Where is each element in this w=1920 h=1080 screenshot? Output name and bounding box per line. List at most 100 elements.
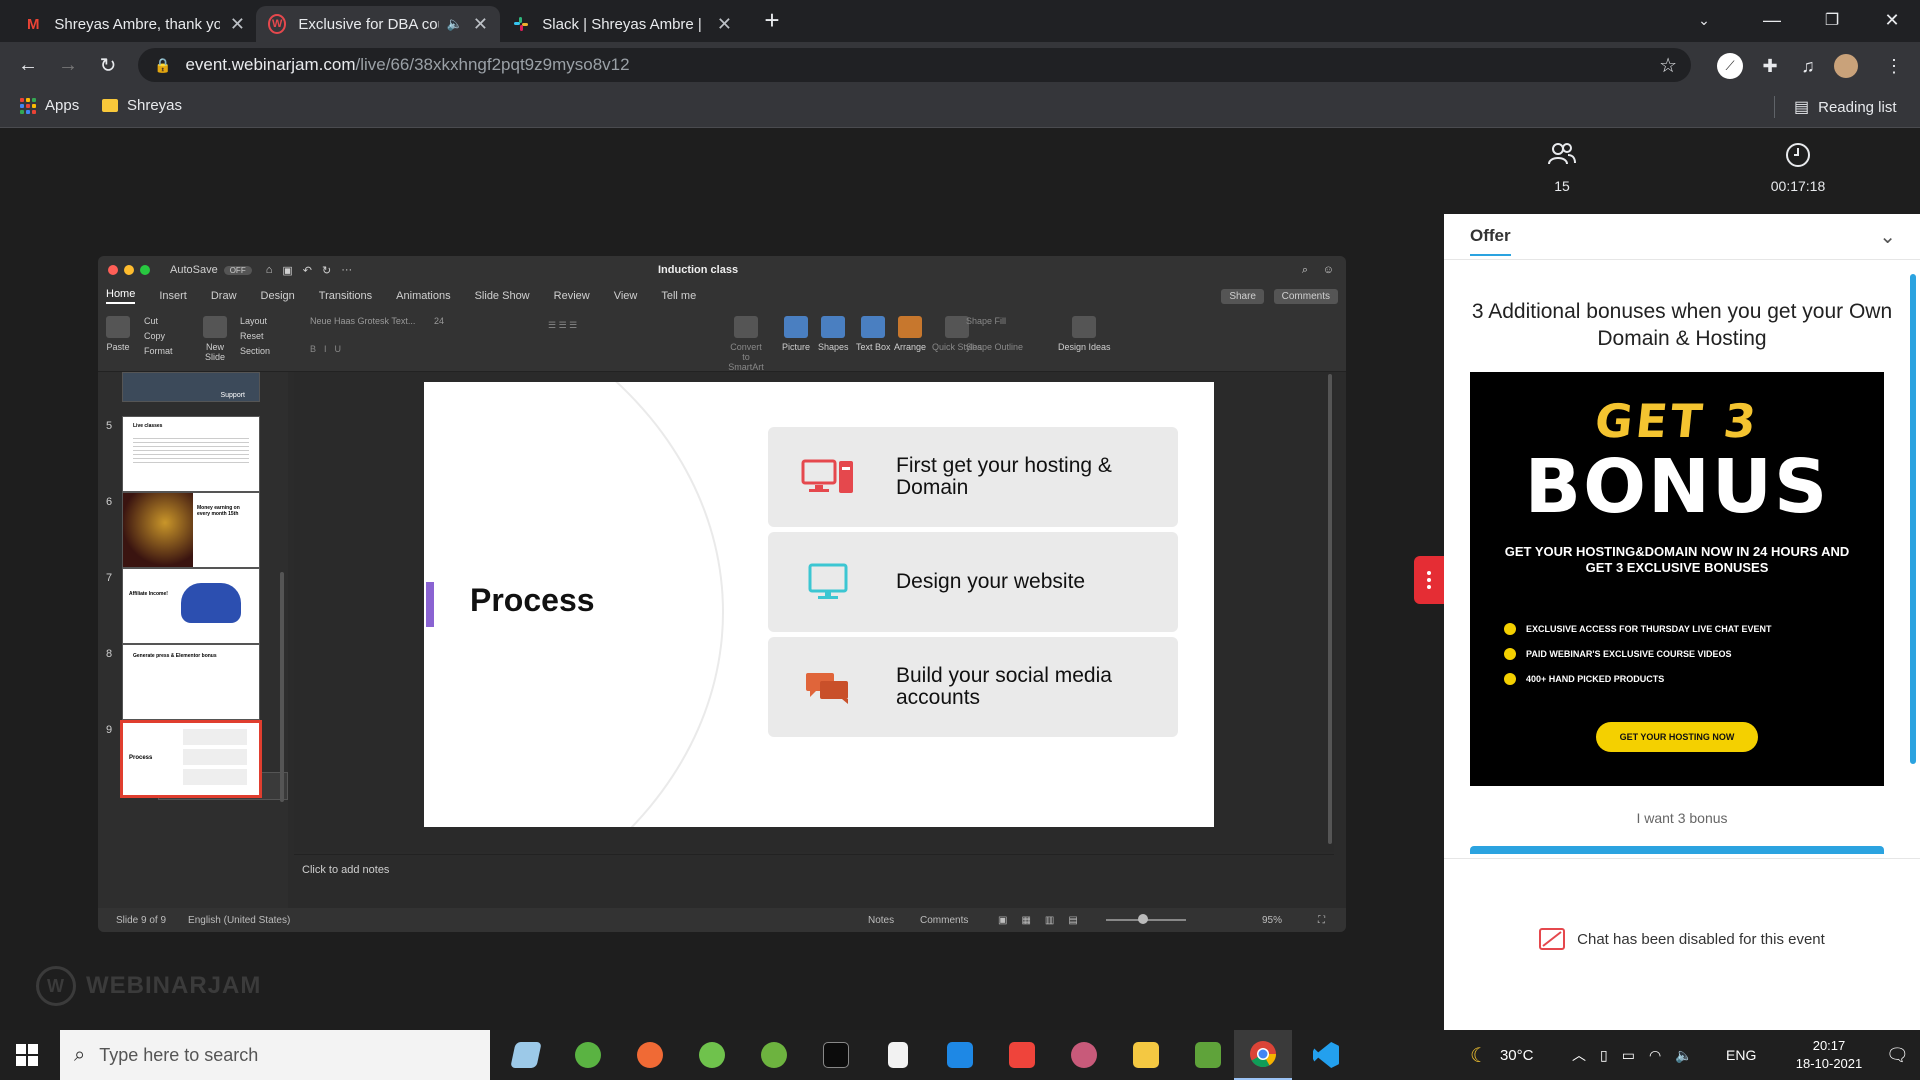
- taskbar-app-mail[interactable]: [934, 1030, 986, 1080]
- close-window-button[interactable]: ✕: [1864, 0, 1920, 40]
- volume-icon[interactable]: 🔈: [1675, 1047, 1692, 1064]
- chrome-menu-icon[interactable]: ⋮: [1880, 52, 1908, 80]
- back-button[interactable]: ←: [14, 51, 42, 79]
- zoom-slider-thumb[interactable]: [1138, 914, 1148, 924]
- shape-fill-button[interactable]: Shape Fill: [966, 316, 1006, 326]
- font-size-select[interactable]: 24: [434, 316, 444, 326]
- reset-button[interactable]: Reset: [240, 329, 270, 344]
- autosave-toggle[interactable]: OFF: [223, 265, 252, 275]
- taskbar-app-explorer[interactable]: [1120, 1030, 1172, 1080]
- current-slide[interactable]: Process First get your hosting & Domain …: [424, 382, 1214, 827]
- slide-thumb-5[interactable]: Live classes: [122, 416, 260, 492]
- taskbar-app-tablet[interactable]: [500, 1030, 552, 1080]
- notes-pane[interactable]: Click to add notes: [294, 854, 1334, 884]
- new-tab-button[interactable]: +: [744, 0, 800, 40]
- tab-search-chevron-icon[interactable]: ⌄: [1676, 0, 1732, 40]
- cut-button[interactable]: Cut: [144, 314, 173, 329]
- slide-thumb-9[interactable]: Process: [120, 720, 262, 798]
- taskbar-app-notepad[interactable]: [872, 1030, 924, 1080]
- get-hosting-button[interactable]: GET YOUR HOSTING NOW: [1596, 722, 1758, 752]
- sidebar-scrollbar[interactable]: [1910, 274, 1916, 764]
- font-format-buttons[interactable]: BIU: [310, 344, 349, 354]
- font-family-select[interactable]: Neue Haas Grotesk Text...: [310, 316, 415, 326]
- comments-button[interactable]: Comments: [1273, 288, 1338, 304]
- battery-icon[interactable]: ▭: [1622, 1047, 1635, 1064]
- taskbar-app-snip[interactable]: [1058, 1030, 1110, 1080]
- zoom-level[interactable]: 95%: [1262, 915, 1282, 926]
- wifi-icon[interactable]: ◠: [1649, 1047, 1661, 1064]
- taskbar-app-chart[interactable]: [686, 1030, 738, 1080]
- taskbar-app-spring[interactable]: [748, 1030, 800, 1080]
- menu-view[interactable]: View: [614, 290, 638, 302]
- new-slide-button[interactable]: New Slide: [198, 316, 232, 362]
- ppt-search-icon[interactable]: ⌕: [1302, 264, 1308, 277]
- restore-button[interactable]: ❐: [1804, 0, 1860, 40]
- slide-thumb-8[interactable]: Generate press & Elementor bonus: [122, 644, 260, 720]
- save-icon[interactable]: ▣: [282, 264, 292, 277]
- ppt-minimize-dot[interactable]: [124, 265, 134, 275]
- menu-tell-me[interactable]: Tell me: [661, 290, 696, 302]
- taskbar-app-orange[interactable]: [624, 1030, 676, 1080]
- close-tab-icon[interactable]: ✕: [230, 14, 245, 35]
- bookmark-star-icon[interactable]: ☆: [1659, 53, 1677, 78]
- taskbar-app-paint[interactable]: [1182, 1030, 1234, 1080]
- menu-draw[interactable]: Draw: [211, 290, 237, 302]
- text-box-button[interactable]: Text Box: [856, 316, 891, 352]
- format-button[interactable]: Format: [144, 344, 173, 359]
- slide-thumb-7[interactable]: Affiliate Income!: [122, 568, 260, 644]
- close-tab-icon[interactable]: ✕: [717, 14, 732, 35]
- close-tab-icon[interactable]: ✕: [473, 14, 488, 35]
- windows-start-button[interactable]: [16, 1044, 38, 1066]
- weather-widget[interactable]: ☾ 30°C: [1470, 1030, 1533, 1080]
- comments-toggle[interactable]: Comments: [920, 915, 968, 926]
- thumbnail-scrollbar[interactable]: [280, 572, 284, 802]
- convert-smartart-button[interactable]: Convert to SmartArt: [726, 316, 766, 372]
- picture-button[interactable]: Picture: [782, 316, 810, 352]
- design-ideas-button[interactable]: Design Ideas: [1058, 316, 1111, 352]
- notifications-icon[interactable]: 🗨: [1886, 1030, 1909, 1080]
- offer-banner-image[interactable]: GET 3 BONUS GET YOUR HOSTING&DOMAIN NOW …: [1470, 372, 1884, 786]
- ppt-zoom-dot[interactable]: [140, 265, 150, 275]
- profile-avatar[interactable]: [1832, 52, 1860, 80]
- slide-thumb-6[interactable]: Money earning on every month 15th: [122, 492, 260, 568]
- extension-icon[interactable]: ⟋: [1716, 52, 1744, 80]
- show-hidden-icons-chevron-icon[interactable]: ︿: [1572, 1045, 1586, 1065]
- minimize-button[interactable]: —: [1744, 0, 1800, 40]
- more-icon[interactable]: ···: [341, 264, 352, 276]
- section-button[interactable]: Section: [240, 344, 270, 359]
- shape-outline-button[interactable]: Shape Outline: [966, 342, 1023, 352]
- home-icon[interactable]: ⌂: [266, 264, 273, 276]
- notes-toggle[interactable]: Notes: [868, 915, 894, 926]
- layout-button[interactable]: Layout: [240, 314, 270, 329]
- view-buttons[interactable]: ▣▦▥▤: [998, 915, 1092, 926]
- ppt-feedback-icon[interactable]: ☺: [1323, 264, 1334, 276]
- clock[interactable]: 20:17 18-10-2021: [1786, 1030, 1872, 1080]
- extensions-puzzle-icon[interactable]: ✚: [1756, 52, 1784, 80]
- address-bar[interactable]: 🔒 event.webinarjam.com/live/66/38xkxhngf…: [138, 48, 1691, 82]
- bookmark-apps[interactable]: Apps: [20, 97, 79, 114]
- menu-insert[interactable]: Insert: [159, 290, 187, 302]
- slide-scrollbar[interactable]: [1328, 374, 1332, 844]
- taskbar-app-chrome[interactable]: [1234, 1030, 1292, 1080]
- arrange-button[interactable]: Arrange: [894, 316, 926, 352]
- taskbar-app-green[interactable]: [562, 1030, 614, 1080]
- reload-button[interactable]: ↻: [94, 51, 122, 79]
- tray-device-icon[interactable]: ▯: [1600, 1047, 1608, 1064]
- tab-webinarjam[interactable]: W Exclusive for DBA course pur 🔈 ✕: [256, 6, 500, 42]
- menu-home[interactable]: Home: [106, 288, 136, 304]
- menu-slide-show[interactable]: Slide Show: [475, 290, 530, 302]
- chevron-down-icon[interactable]: ⌄: [1879, 224, 1896, 249]
- side-panel-toggle[interactable]: [1414, 556, 1444, 604]
- reading-list-button[interactable]: ▤ Reading list: [1794, 97, 1897, 117]
- menu-transitions[interactable]: Transitions: [319, 290, 372, 302]
- speaker-icon[interactable]: 🔈: [447, 16, 463, 32]
- media-control-icon[interactable]: ♫: [1794, 52, 1822, 80]
- ppt-close-dot[interactable]: [108, 265, 118, 275]
- offer-cta-button[interactable]: [1470, 846, 1884, 854]
- taskbar-app-terminal[interactable]: [810, 1030, 862, 1080]
- tab-offer[interactable]: Offer: [1470, 226, 1511, 256]
- forward-button[interactable]: →: [54, 51, 82, 79]
- paragraph-group[interactable]: ☰ ☰ ☰: [548, 320, 577, 331]
- taskbar-app-anydesk[interactable]: [996, 1030, 1048, 1080]
- input-language[interactable]: ENG: [1726, 1030, 1756, 1080]
